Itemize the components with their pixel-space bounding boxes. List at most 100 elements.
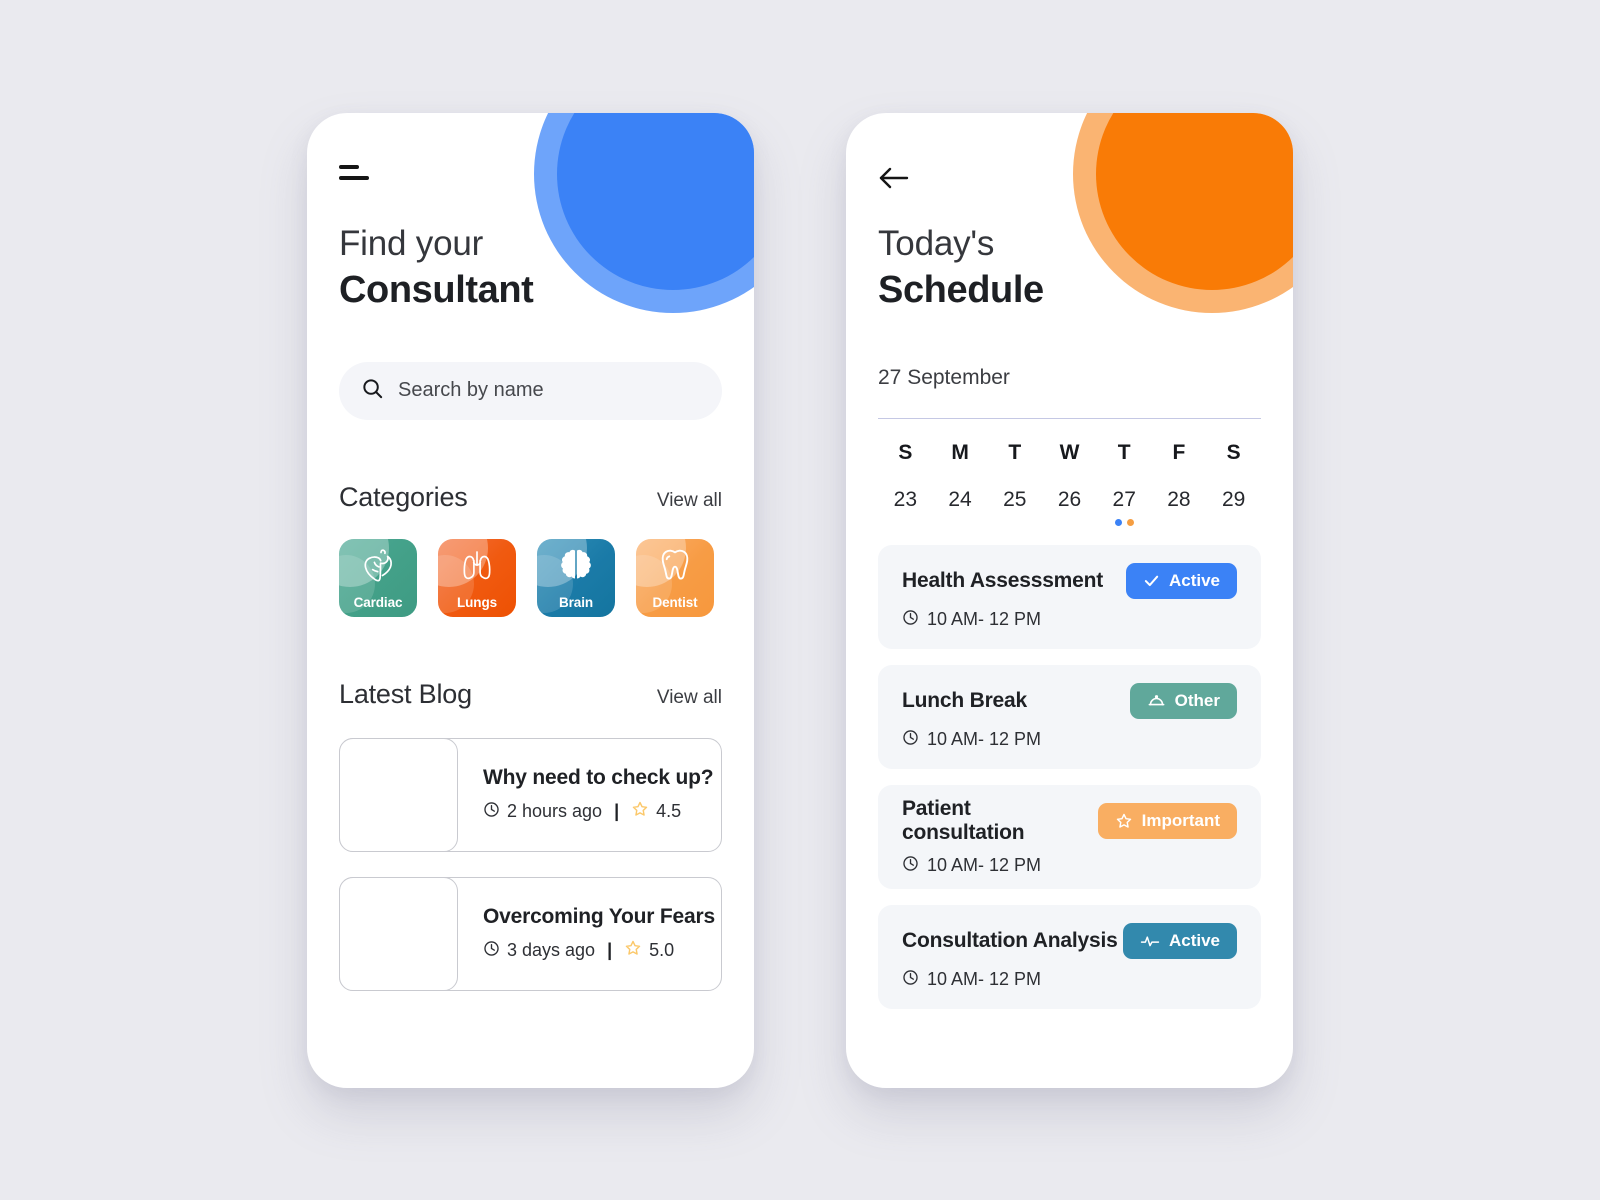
clock-icon xyxy=(483,801,500,823)
blog-card-title: Overcoming Your Fears xyxy=(483,905,715,929)
categories-view-all-link[interactable]: View all xyxy=(657,490,722,512)
calendar-day-initial: W xyxy=(1059,440,1080,464)
schedule-list: Health Assesssment Active 10 AM- 12 PM L… xyxy=(878,544,1261,1009)
schedule-card[interactable]: Lunch Break Other 10 AM- 12 PM xyxy=(878,664,1261,769)
star-icon xyxy=(631,800,649,823)
title-line-1: Find your xyxy=(339,223,484,263)
badge-label: Active xyxy=(1168,570,1220,590)
calendar-event-dots xyxy=(1042,519,1097,533)
right-topbar xyxy=(878,113,1261,223)
calendar-event-dots xyxy=(933,519,988,533)
blog-section-header: Latest Blog View all xyxy=(339,679,722,710)
clock-icon xyxy=(902,609,919,631)
category-label: Brain xyxy=(558,594,593,610)
blog-time-text: 3 days ago xyxy=(507,940,596,961)
calendar-date-number: 27 xyxy=(1112,487,1136,511)
calendar-date-cell[interactable]: 23 xyxy=(878,465,933,533)
status-badge-important[interactable]: Important xyxy=(1097,802,1237,839)
blog-card-meta: 2 hours ago | 4.5 xyxy=(483,800,721,823)
schedule-card-time: 10 AM- 12 PM xyxy=(902,969,1237,991)
schedule-card-title: Lunch Break xyxy=(902,688,1027,712)
star-icon xyxy=(1115,812,1133,830)
schedule-time-text: 10 AM- 12 PM xyxy=(927,969,1042,990)
badge-label: Other xyxy=(1174,690,1220,710)
schedule-time-text: 10 AM- 12 PM xyxy=(927,855,1042,876)
left-topbar xyxy=(339,113,722,223)
calendar-date-number: 28 xyxy=(1167,487,1191,511)
clock-icon xyxy=(902,729,919,751)
blog-card-meta: 3 days ago | 5.0 xyxy=(483,939,721,962)
category-tile-row: Cardiac Lungs Brain Dentist xyxy=(339,538,722,617)
badge-label: Active xyxy=(1168,930,1220,950)
calendar-event-dots xyxy=(878,519,933,533)
category-tile-lungs[interactable]: Lungs xyxy=(438,538,516,617)
blog-card[interactable]: Overcoming Your Fears 3 days ago | 5.0 xyxy=(339,876,722,991)
category-label: Cardiac xyxy=(353,594,403,610)
categories-title: Categories xyxy=(339,481,468,512)
schedule-card[interactable]: Consultation Analysis Active 10 AM- 12 P… xyxy=(878,904,1261,1009)
status-badge-active[interactable]: Active xyxy=(1125,562,1237,599)
calendar-date-cell[interactable]: 26 xyxy=(1042,465,1097,533)
schedule-card[interactable]: Health Assesssment Active 10 AM- 12 PM xyxy=(878,544,1261,649)
design-canvas: Find your Consultant Categories View all xyxy=(0,0,1600,1200)
calendar-event-dots xyxy=(1206,519,1261,533)
calendar-day-initial: M xyxy=(951,440,969,464)
star-icon xyxy=(624,939,642,962)
meta-separator: | xyxy=(607,940,613,961)
schedule-card[interactable]: Patient consultation Important 10 AM- 12… xyxy=(878,784,1261,889)
calendar-dates-row: 23 24 25 26 27 28 29 xyxy=(878,465,1261,533)
title-line-1: Today's xyxy=(878,223,995,263)
calendar-date-cell[interactable]: 29 xyxy=(1206,465,1261,533)
category-label: Lungs xyxy=(457,594,497,610)
category-tile-cardiac[interactable]: Cardiac xyxy=(339,538,417,617)
blog-rating-value: 5.0 xyxy=(649,940,675,961)
phone-find-consultant: Find your Consultant Categories View all xyxy=(307,112,754,1088)
blog-thumbnail xyxy=(339,737,458,852)
title-line-2: Consultant xyxy=(339,269,534,312)
food-dome-icon xyxy=(1147,693,1166,709)
schedule-time-text: 10 AM- 12 PM xyxy=(927,609,1042,630)
schedule-time-text: 10 AM- 12 PM xyxy=(927,729,1042,750)
pulse-icon xyxy=(1140,933,1160,949)
calendar-date-cell-selected[interactable]: 27 xyxy=(1097,465,1152,533)
calendar-date-cell[interactable]: 25 xyxy=(987,465,1042,533)
blog-list: Why need to check up? 2 hours ago | 4.5 … xyxy=(339,737,722,991)
event-dot-blue xyxy=(1114,518,1122,526)
category-tile-dentist[interactable]: Dentist xyxy=(636,538,714,617)
calendar-date-number: 24 xyxy=(948,487,972,511)
meta-separator: | xyxy=(614,801,620,822)
search-bar[interactable] xyxy=(339,361,722,420)
clock-icon xyxy=(902,969,919,991)
search-input[interactable] xyxy=(398,361,700,420)
calendar-date-number: 23 xyxy=(893,487,918,511)
blog-thumbnail xyxy=(339,876,458,991)
calendar-date-number: 25 xyxy=(1003,487,1027,511)
hamburger-icon[interactable] xyxy=(339,164,373,180)
blog-card[interactable]: Why need to check up? 2 hours ago | 4.5 xyxy=(339,737,722,852)
badge-label: Important xyxy=(1141,810,1220,830)
status-badge-other[interactable]: Other xyxy=(1129,682,1237,719)
calendar-divider xyxy=(878,417,1261,419)
blog-time-text: 2 hours ago xyxy=(507,801,603,822)
event-dot-orange xyxy=(1126,518,1134,526)
calendar-date-cell[interactable]: 24 xyxy=(933,465,988,533)
blog-title: Latest Blog xyxy=(339,678,472,709)
schedule-card-title: Health Assesssment xyxy=(902,568,1104,592)
heart-anatomy-icon xyxy=(339,548,417,584)
calendar-day-initial: T xyxy=(1008,440,1022,464)
clock-icon xyxy=(483,940,500,962)
status-badge-analysis-active[interactable]: Active xyxy=(1122,922,1237,959)
title-line-2: Schedule xyxy=(878,269,1044,312)
phone-todays-schedule: Today's Schedule 27 September S M T W T … xyxy=(846,112,1293,1088)
back-arrow-icon[interactable] xyxy=(878,165,912,195)
category-tile-brain[interactable]: Brain xyxy=(537,538,615,617)
blog-view-all-link[interactable]: View all xyxy=(657,687,722,709)
search-icon xyxy=(361,377,384,405)
calendar-event-dots xyxy=(987,519,1042,533)
calendar-date-cell[interactable]: 28 xyxy=(1152,465,1207,533)
current-date-label: 27 September xyxy=(878,365,1010,389)
clock-icon xyxy=(902,855,919,877)
calendar-day-initials-row: S M T W T F S xyxy=(878,441,1261,465)
schedule-card-time: 10 AM- 12 PM xyxy=(902,729,1237,751)
lungs-icon xyxy=(438,548,516,584)
